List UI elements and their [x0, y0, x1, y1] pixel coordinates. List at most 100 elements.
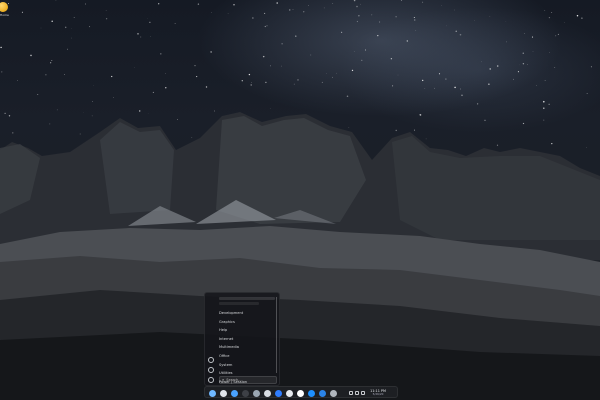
star [356, 20, 359, 23]
star [489, 68, 491, 70]
star [241, 80, 243, 82]
star [262, 55, 265, 58]
search-input[interactable] [226, 378, 275, 382]
store-icon[interactable] [264, 389, 271, 397]
star [303, 11, 305, 13]
star [476, 103, 479, 105]
star [16, 80, 18, 81]
star [551, 142, 553, 145]
volume-icon[interactable] [355, 391, 359, 395]
star [522, 122, 525, 125]
launcher-category-item[interactable]: Help [219, 326, 279, 335]
music-icon[interactable] [275, 389, 282, 397]
star [590, 66, 592, 68]
star [214, 110, 215, 112]
star [111, 75, 113, 78]
star [422, 1, 424, 3]
browser-icon[interactable] [220, 389, 227, 397]
mail-icon[interactable] [286, 389, 293, 397]
star [276, 2, 278, 4]
star [414, 19, 416, 21]
network-icon[interactable] [349, 391, 353, 395]
star [21, 11, 23, 13]
star [353, 0, 356, 2]
star [496, 65, 499, 67]
star [506, 41, 507, 43]
star [266, 25, 268, 27]
power-icon[interactable] [208, 377, 214, 383]
launcher-category-item[interactable]: Multimedia [219, 343, 279, 352]
star [293, 83, 295, 85]
terminal-icon[interactable] [242, 389, 249, 397]
star [30, 54, 32, 57]
launcher-category-item[interactable]: Internet [219, 335, 279, 344]
star [356, 5, 358, 8]
photos-icon[interactable] [308, 389, 315, 397]
star [89, 26, 91, 28]
star [358, 15, 360, 17]
trash-icon[interactable] [330, 389, 337, 397]
desktop-shortcut[interactable]: Home [0, 2, 14, 20]
launcher-category-item[interactable]: Development [219, 309, 279, 318]
star [543, 119, 545, 121]
star [434, 87, 435, 89]
file-manager-icon[interactable] [231, 389, 238, 397]
notification-icon[interactable] [361, 391, 365, 395]
star [264, 25, 266, 28]
star [496, 144, 499, 146]
star [438, 73, 441, 75]
star [532, 51, 534, 53]
user-icon[interactable] [208, 357, 214, 363]
launcher-recent-placeholder [219, 297, 275, 300]
star [308, 4, 310, 6]
star [1, 71, 3, 73]
star [544, 80, 546, 81]
star [395, 129, 397, 132]
application-launcher: Development Graphics Help Internet Multimedi… [204, 292, 280, 386]
star [197, 3, 200, 5]
settings-icon[interactable] [208, 367, 214, 373]
star [424, 87, 426, 89]
star [160, 53, 162, 55]
star [250, 84, 252, 86]
star [79, 133, 81, 135]
star [177, 119, 178, 121]
star [548, 103, 550, 105]
star [419, 114, 421, 116]
folder-icon [0, 2, 8, 12]
star [71, 37, 72, 39]
desktop-wallpaper [0, 0, 600, 400]
star [364, 49, 367, 51]
star [150, 36, 151, 37]
star [395, 16, 397, 18]
star [543, 107, 545, 109]
calendar-icon[interactable] [297, 389, 304, 397]
launcher-category-item[interactable]: System [219, 361, 279, 370]
star [445, 78, 447, 80]
launcher-search[interactable]: ⌕ [219, 376, 277, 384]
star [194, 65, 196, 67]
star [377, 35, 379, 37]
launcher-category-item[interactable]: Graphics [219, 318, 279, 327]
star [522, 63, 525, 65]
launcher-icon[interactable] [209, 389, 216, 397]
star [555, 35, 557, 37]
settings-icon[interactable] [253, 389, 260, 397]
star [264, 12, 266, 14]
star [295, 35, 297, 37]
star [292, 9, 294, 10]
star [45, 74, 47, 76]
launcher-category-item[interactable]: Office [219, 352, 279, 361]
launcher-scrollbar[interactable] [276, 297, 277, 373]
star [73, 17, 75, 19]
star [554, 67, 556, 68]
clock[interactable]: 11:11 PM 5/26/20 [368, 389, 388, 397]
star [425, 138, 427, 140]
star [251, 82, 252, 83]
star [149, 21, 151, 23]
video-icon[interactable] [319, 389, 326, 397]
star [581, 17, 583, 19]
star [51, 60, 53, 61]
star [522, 52, 524, 54]
star [321, 81, 323, 83]
